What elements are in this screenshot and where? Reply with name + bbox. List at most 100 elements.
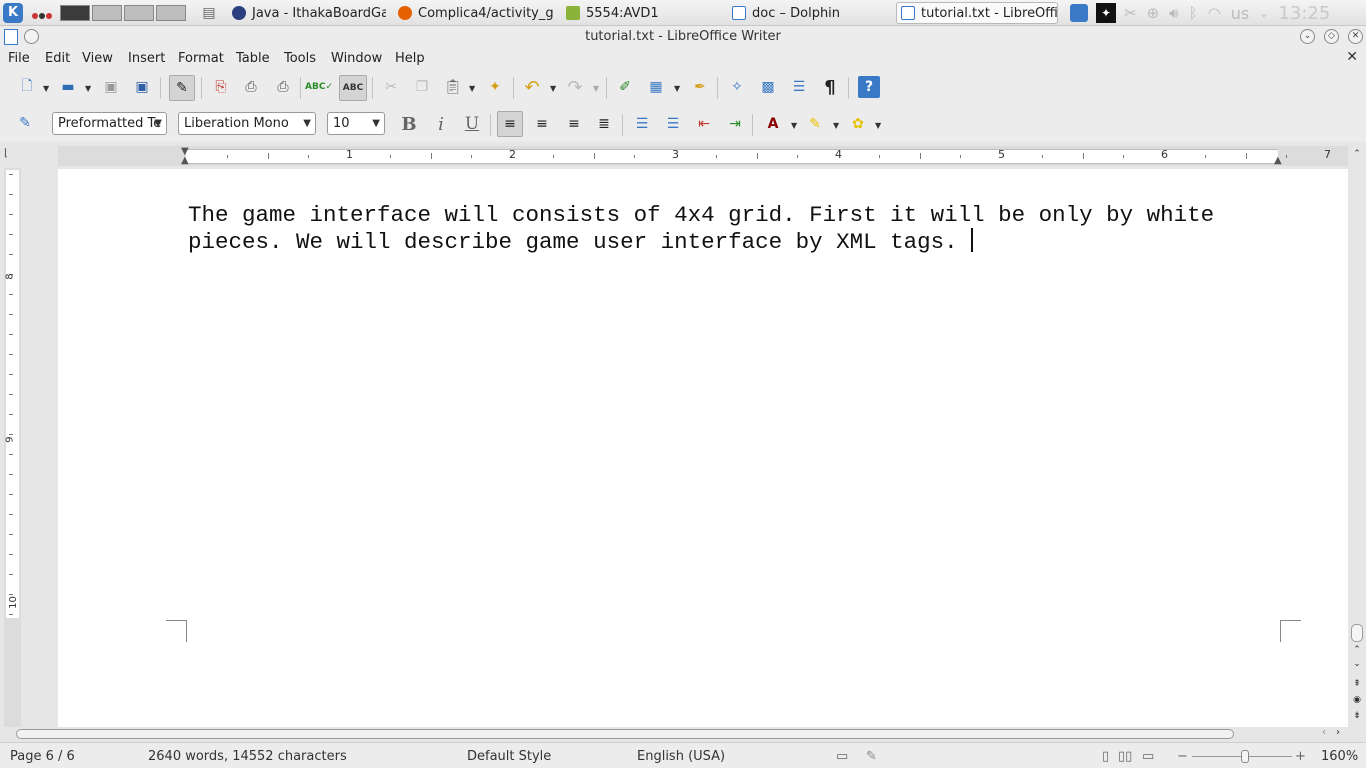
menu-view[interactable]: View	[82, 51, 113, 66]
vertical-scrollbar[interactable]: ⌃ ⌃ ⌄ ⇞ ◉ ⇟	[1348, 146, 1366, 728]
scroll-right-icon[interactable]: ›	[1336, 727, 1340, 738]
left-margin-marker[interactable]: ▲	[181, 156, 189, 166]
open-dropdown-icon[interactable]: ▼	[85, 84, 91, 93]
scroll-up-icon[interactable]: ⌃	[1351, 148, 1363, 160]
styles-icon[interactable]: ✎	[14, 112, 36, 134]
new-dropdown-icon[interactable]: ▼	[43, 84, 49, 93]
scroll-thumb[interactable]	[1351, 624, 1363, 642]
page-count[interactable]: Page 6 / 6	[10, 749, 75, 764]
export-icon[interactable]: ▣	[131, 76, 153, 98]
next-page-icon[interactable]: ⇟	[1351, 710, 1363, 722]
scroll-up-icon[interactable]: ⌃	[1351, 644, 1363, 656]
maximize-button[interactable]: ◇	[1324, 29, 1339, 44]
close-window-button[interactable]: ✕	[1348, 29, 1363, 44]
clock[interactable]: 13:25	[1278, 3, 1330, 24]
page-style[interactable]: Default Style	[467, 749, 551, 764]
bullet-list-icon[interactable]: ☰	[662, 113, 684, 135]
selection-mode-icon[interactable]: ▭	[836, 749, 848, 764]
minimize-button[interactable]: ⌄	[1300, 29, 1315, 44]
table-dropdown-icon[interactable]: ▼	[674, 84, 680, 93]
increase-indent-icon[interactable]: ⇥	[724, 113, 746, 135]
volume-icon[interactable]: 🔊︎	[1169, 4, 1178, 22]
vertical-ruler[interactable]: 8 9 10	[4, 168, 21, 728]
align-right-icon[interactable]: ≡	[563, 113, 585, 135]
help-icon[interactable]: ?	[858, 76, 880, 98]
task-writer[interactable]: tutorial.txt - LibreOffic	[896, 2, 1058, 24]
wifi-icon[interactable]: ◠	[1208, 4, 1221, 22]
cut-icon[interactable]: ✂	[380, 76, 402, 98]
menu-window[interactable]: Window	[331, 51, 382, 66]
desktop-3-pager[interactable]	[124, 5, 154, 21]
bold-icon[interactable]: B	[398, 113, 420, 135]
undo-dropdown-icon[interactable]: ▼	[550, 84, 556, 93]
highlight-dropdown-icon[interactable]: ▼	[833, 121, 839, 130]
menu-format[interactable]: Format	[178, 51, 224, 66]
align-center-icon[interactable]: ≡	[531, 113, 553, 135]
redo-dropdown-icon[interactable]: ▼	[593, 84, 599, 93]
close-document-icon[interactable]: ✕	[1346, 49, 1358, 65]
paragraph-style-combo[interactable]: Preformatted Te ▼	[52, 112, 167, 135]
desktop-1-pager[interactable]	[60, 5, 90, 21]
task-firefox[interactable]: Complica4/activity_gar	[394, 2, 554, 24]
highlighting-icon[interactable]: ✎	[804, 113, 826, 135]
align-left-icon[interactable]: ≡	[497, 111, 523, 137]
dropbox-icon[interactable]: ✦	[1096, 3, 1116, 23]
numbered-list-icon[interactable]: ☰	[631, 113, 653, 135]
menu-edit[interactable]: Edit	[45, 51, 70, 66]
scroll-down-icon[interactable]: ⌄	[1351, 658, 1363, 670]
horizontal-scrollbar[interactable]: ‹ ›	[0, 727, 1348, 741]
notes-icon[interactable]: ▤	[198, 2, 220, 24]
document-modified-icon[interactable]: ✎	[866, 749, 877, 764]
task-android-emulator[interactable]: 5554:AVD1	[562, 2, 682, 24]
print-icon[interactable]: ⎙	[240, 76, 262, 98]
right-indent-marker[interactable]: ▲	[1274, 156, 1282, 166]
activities-icon[interactable]	[32, 8, 54, 19]
undo-icon[interactable]: ↶	[521, 76, 543, 98]
scroll-thumb[interactable]	[16, 729, 1234, 739]
hyperlink-icon[interactable]: ✐	[614, 76, 636, 98]
background-dropdown-icon[interactable]: ▼	[875, 121, 881, 130]
scissors-icon[interactable]: ✂	[1124, 4, 1137, 22]
task-eclipse[interactable]: Java - IthakaBoardGam	[228, 2, 386, 24]
italic-icon[interactable]: i	[430, 113, 452, 135]
print-preview-icon[interactable]: ⎙	[272, 76, 294, 98]
open-folder-icon[interactable]: ▬	[57, 76, 79, 98]
background-color-icon[interactable]: ✿	[847, 113, 869, 135]
paste-icon[interactable]: 📋︎	[442, 76, 464, 98]
zoom-out-icon[interactable]: −	[1177, 749, 1188, 764]
export-pdf-icon[interactable]: ⎘	[210, 76, 232, 98]
paste-dropdown-icon[interactable]: ▼	[469, 84, 475, 93]
multi-page-view-icon[interactable]: ▯▯	[1118, 749, 1132, 764]
edit-mode-icon[interactable]: ✎	[169, 75, 195, 101]
chevron-down-icon[interactable]: ⌄	[1259, 7, 1268, 20]
single-page-view-icon[interactable]: ▯	[1102, 749, 1109, 764]
new-document-icon[interactable]: 🗋︎	[16, 76, 38, 98]
previous-page-icon[interactable]: ⇞	[1351, 678, 1363, 690]
copy-icon[interactable]: ❐	[411, 76, 433, 98]
kde-menu-icon[interactable]: K	[3, 3, 23, 23]
desktop-2-pager[interactable]	[92, 5, 122, 21]
tab-stop-selector[interactable]: ⌊	[4, 148, 18, 162]
menu-insert[interactable]: Insert	[128, 51, 165, 66]
menu-help[interactable]: Help	[395, 51, 425, 66]
menu-tools[interactable]: Tools	[284, 51, 316, 66]
navigator-icon[interactable]: ✧	[726, 76, 748, 98]
navigation-icon[interactable]: ◉	[1351, 694, 1363, 706]
bluetooth-icon[interactable]: ᛒ	[1189, 4, 1198, 22]
spellcheck-icon[interactable]: ABC✓	[305, 76, 333, 98]
horizontal-ruler[interactable]: 1 2 3 4 5 6 7 ▼ ▲ ▲	[58, 146, 1348, 166]
justify-icon[interactable]: ≣	[593, 113, 615, 135]
gallery-icon[interactable]: ▩	[757, 76, 779, 98]
menu-table[interactable]: Table	[236, 51, 270, 66]
desktop-4-pager[interactable]	[156, 5, 186, 21]
zoom-level[interactable]: 160%	[1321, 749, 1358, 764]
formatting-marks-icon[interactable]: ¶	[819, 76, 841, 98]
underline-icon[interactable]: U	[461, 113, 483, 135]
font-size-combo[interactable]: 10 ▼	[327, 112, 385, 135]
word-count[interactable]: 2640 words, 14552 characters	[148, 749, 347, 764]
show-draw-functions-icon[interactable]: ✒	[689, 76, 711, 98]
save-icon[interactable]: ▣	[100, 76, 122, 98]
auto-spellcheck-icon[interactable]: ABC	[339, 75, 367, 101]
insert-table-icon[interactable]: ▦	[645, 76, 667, 98]
font-color-dropdown-icon[interactable]: ▼	[791, 121, 797, 130]
